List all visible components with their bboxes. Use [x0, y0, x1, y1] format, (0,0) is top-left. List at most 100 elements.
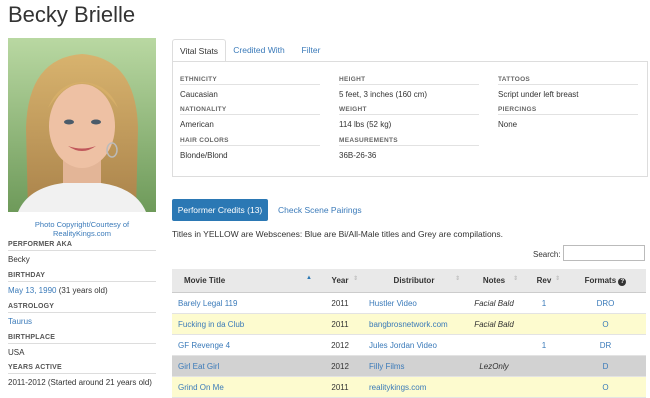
notes-cell: Facial Bald	[465, 292, 523, 314]
stat-label: WEIGHT	[339, 106, 479, 115]
stat-label: NATIONALITY	[180, 106, 320, 115]
year-cell: 2012	[317, 334, 363, 356]
table-row: Grind On Me 2011 realitykings.com O	[172, 376, 646, 398]
movie-title-link[interactable]: Fucking in da Club	[172, 313, 317, 335]
stat-value: None	[498, 120, 518, 129]
sidebar-birthday: BIRTHDAY May 13, 1990 (31 years old)	[8, 272, 156, 295]
stat-tattoos: TATTOOS Script under left breast	[498, 76, 638, 99]
formats-link[interactable]: O	[565, 313, 646, 335]
help-icon[interactable]: ?	[618, 277, 627, 286]
col-header-year[interactable]: Year ⇕	[317, 269, 363, 293]
stat-height: HEIGHT 5 feet, 3 inches (160 cm)	[339, 76, 479, 99]
stat-measurements: MEASUREMENTS 36B-26-36	[339, 137, 479, 160]
col-header-notes[interactable]: Notes ⇕	[465, 269, 523, 293]
stat-value: Script under left breast	[498, 90, 579, 99]
page-title: Becky Brielle	[8, 2, 136, 27]
birthday-value: May 13, 1990 (31 years old)	[8, 286, 156, 295]
stat-value: American	[180, 120, 214, 129]
distributor-link[interactable]: bangbrosnetwork.com	[363, 313, 465, 335]
year-cell: 2011	[317, 292, 363, 314]
birthplace-value: USA	[8, 348, 25, 357]
formats-link[interactable]: D	[565, 355, 646, 377]
notes-cell	[465, 376, 523, 398]
stat-piercings: PIERCINGS None	[498, 106, 638, 129]
movie-title-link[interactable]: Grind On Me	[172, 376, 317, 398]
aka-value: Becky	[8, 255, 30, 264]
tab-credited-with[interactable]: Credited With	[229, 39, 289, 61]
table-row: Fucking in da Club 2011 bangbrosnetwork.…	[172, 313, 646, 335]
stat-value: 114 lbs (52 kg)	[339, 120, 392, 129]
search-label: Search:	[533, 250, 561, 259]
col-header-movie-title[interactable]: Movie Title ▲	[172, 269, 317, 293]
movie-title-link[interactable]: GF Revenge 4	[172, 334, 317, 356]
col-header-distributor[interactable]: Distributor ⇕	[363, 269, 465, 293]
stat-nationality: NATIONALITY American	[180, 106, 320, 129]
stat-weight: WEIGHT 114 lbs (52 kg)	[339, 106, 479, 129]
table-row: Barely Legal 119 2011 Hustler Video Faci…	[172, 292, 646, 314]
movie-title-link[interactable]: Barely Legal 119	[172, 292, 317, 314]
movie-title-link[interactable]: Girl Eat Girl	[172, 355, 317, 377]
rev-link[interactable]: 1	[523, 334, 565, 356]
stat-label: ETHNICITY	[180, 76, 320, 85]
table-row: GF Revenge 4 2012 Jules Jordan Video 1 D…	[172, 334, 646, 356]
distributor-link[interactable]: Filly Films	[363, 355, 465, 377]
legend-note: Titles in YELLOW are Webscenes: Blue are…	[172, 229, 504, 239]
sort-icon: ⇕	[352, 276, 358, 282]
stat-label: PIERCINGS	[498, 106, 638, 115]
formats-link[interactable]: DR	[565, 334, 646, 356]
years-active-value: 2011-2012 (Started around 21 years old)	[8, 378, 152, 387]
rev-link[interactable]	[523, 313, 565, 335]
astrology-heading: ASTROLOGY	[8, 303, 156, 313]
vital-stats-panel: ETHNICITY Caucasian NATIONALITY American…	[172, 61, 648, 177]
birthplace-heading: BIRTHPLACE	[8, 334, 156, 344]
sort-icon: ⇕	[454, 276, 460, 282]
astrology-link[interactable]: Taurus	[8, 317, 32, 326]
years-active-heading: YEARS ACTIVE	[8, 364, 156, 374]
performer-credits-button[interactable]: Performer Credits (13)	[172, 199, 268, 221]
table-row: Girl Eat Girl 2012 Filly Films LezOnly D	[172, 355, 646, 377]
col-header-rev[interactable]: Rev ⇕	[523, 269, 565, 293]
stat-hair-colors: HAIR COLORS Blonde/Blond	[180, 137, 320, 160]
distributor-link[interactable]: Jules Jordan Video	[363, 334, 465, 356]
sort-asc-icon: ▲	[306, 275, 312, 281]
sidebar-aka: PERFORMER AKA Becky	[8, 241, 156, 264]
birthday-age: (31 years old)	[58, 286, 108, 295]
notes-cell: LezOnly	[465, 355, 523, 377]
year-cell: 2011	[317, 313, 363, 335]
stat-value: Blonde/Blond	[180, 151, 228, 160]
stat-value: 36B-26-36	[339, 151, 377, 160]
performer-photo[interactable]	[8, 38, 156, 212]
stat-label: HAIR COLORS	[180, 137, 320, 146]
check-scene-pairings-link[interactable]: Check Scene Pairings	[278, 199, 362, 221]
distributor-link[interactable]: realitykings.com	[363, 376, 465, 398]
rev-link[interactable]	[523, 376, 565, 398]
notes-cell: Facial Bald	[465, 313, 523, 335]
birthday-heading: BIRTHDAY	[8, 272, 156, 282]
stat-value: 5 feet, 3 inches (160 cm)	[339, 90, 428, 99]
notes-cell	[465, 334, 523, 356]
tab-vital-stats[interactable]: Vital Stats	[172, 39, 226, 63]
sort-icon: ⇕	[512, 276, 518, 282]
year-cell: 2011	[317, 376, 363, 398]
formats-link[interactable]: DRO	[565, 292, 646, 314]
rev-link[interactable]: 1	[523, 292, 565, 314]
distributor-link[interactable]: Hustler Video	[363, 292, 465, 314]
tab-filter[interactable]: Filter	[296, 39, 326, 61]
col-header-formats[interactable]: Formats ?	[565, 269, 646, 293]
stat-label: HEIGHT	[339, 76, 479, 85]
stat-value: Caucasian	[180, 90, 218, 99]
sidebar-birthplace: BIRTHPLACE USA	[8, 334, 156, 357]
sidebar-astrology: ASTROLOGY Taurus	[8, 303, 156, 326]
formats-link[interactable]: O	[565, 376, 646, 398]
rev-link[interactable]	[523, 355, 565, 377]
sidebar-years-active: YEARS ACTIVE 2011-2012 (Started around 2…	[8, 364, 156, 387]
birthday-link[interactable]: May 13, 1990	[8, 286, 56, 295]
sort-icon: ⇕	[554, 276, 560, 282]
search-input[interactable]	[563, 245, 645, 261]
aka-heading: PERFORMER AKA	[8, 241, 156, 251]
year-cell: 2012	[317, 355, 363, 377]
stat-label: MEASUREMENTS	[339, 137, 479, 146]
astrology-value: Taurus	[8, 317, 156, 326]
photo-caption[interactable]: Photo Copyright/Courtesy of RealityKings…	[8, 220, 156, 238]
stat-label: TATTOOS	[498, 76, 638, 85]
